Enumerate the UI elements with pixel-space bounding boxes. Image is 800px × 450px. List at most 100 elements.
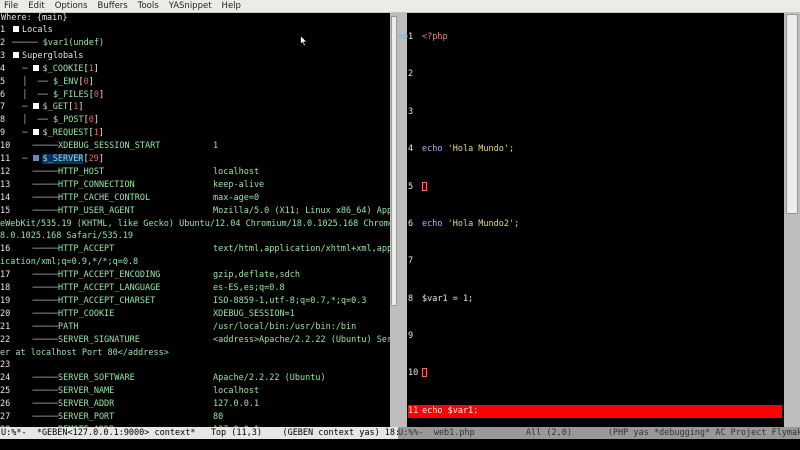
table-row[interactable]: 7 ─ $_GET[1] (0, 101, 390, 114)
line-number: 14 (0, 192, 11, 203)
tree-expander-icon[interactable] (33, 103, 40, 110)
tree-branch: ───── (12, 270, 64, 281)
mode-line-context[interactable]: U:%*- *GEBEN<127.0.0.1:9000> context* To… (0, 427, 398, 439)
code-text: echo $var1; (422, 405, 478, 418)
line-number: 2 (0, 37, 6, 48)
variable-name: HTTP_CACHE_CONTROL (58, 192, 151, 203)
table-row[interactable]: 21 ───── PATH/usr/local/bin:/usr/bin:/bi… (0, 321, 390, 334)
code-line[interactable]: 4 echo 'Hola Mundo'; (398, 143, 784, 156)
tree-expander-icon[interactable] (13, 26, 19, 32)
variable-name: $_SERVER (42, 154, 84, 164)
variable-name: HTTP_COOKIE (58, 308, 115, 319)
table-row[interactable]: 22 ───── SERVER_SIGNATURE <address>Apache… (0, 334, 390, 347)
menu-options[interactable]: Options (50, 0, 93, 13)
code-line[interactable]: 6 echo 'Hola Mundo2'; (398, 218, 784, 231)
code-line[interactable]: 8 $var1 = 1; (398, 293, 784, 306)
code-line[interactable]: 9 (398, 330, 784, 343)
tree-branch: ───── (12, 334, 64, 345)
variable-name: SERVER_ADDR (58, 399, 115, 410)
code-line[interactable]: 7 (398, 255, 784, 268)
line-number: 9 (408, 331, 414, 341)
variable-name: SERVER_PORT (58, 412, 115, 422)
tree-expander-icon[interactable] (33, 155, 40, 161)
right-scrollbar-thumb[interactable] (786, 14, 798, 214)
line-number: 25 (0, 386, 11, 397)
table-row[interactable]: 15 ───── HTTP_USER_AGENT Mozilla/5.0 (X11… (0, 205, 390, 218)
menu-buffers[interactable]: Buffers (93, 0, 133, 13)
tree-expander-icon[interactable] (33, 129, 40, 136)
source-window[interactable]: 1 => <?php 2 3 4 echo 'Hola Mundo'; 5 6 echo 'Ho… (398, 13, 784, 427)
code-line[interactable]: 5 (398, 181, 784, 194)
minibuffer[interactable] (0, 439, 800, 450)
string-literal: 'Hola Mundo'; (447, 144, 515, 155)
variable-value: (undef) (68, 37, 105, 48)
table-row[interactable]: 8 │ ── $_POST[0] (0, 114, 390, 127)
menu-file[interactable]: File (0, 0, 23, 13)
line-number: 5 (0, 76, 6, 87)
table-row[interactable]: 3 Superglobals (0, 50, 390, 63)
line-number: 10 (0, 141, 11, 152)
line-number: 23 (0, 360, 11, 371)
code-line[interactable]: 3 (398, 106, 784, 119)
variable-value: 80 (213, 412, 224, 422)
table-row[interactable]: 25 ───── SERVER_NAME localhost (0, 385, 390, 398)
table-row[interactable]: 4 ─ $_COOKIE[1] (0, 63, 390, 76)
header-line: Where: {main} (0, 13, 390, 24)
table-row[interactable]: ication/xml;q=0.9,*/*;q=0.8 (0, 256, 390, 269)
code-line[interactable]: 2 (398, 68, 784, 81)
menu-tools[interactable]: Tools (133, 0, 164, 13)
table-row[interactable]: 1 Locals (0, 24, 390, 37)
variable-name: HTTP_ACCEPT_CHARSET (58, 295, 156, 306)
menu-help[interactable]: Help (217, 0, 246, 13)
left-scrollbar-thumb[interactable] (391, 16, 397, 306)
table-row[interactable]: 9 ─ $_REQUEST[1] (0, 127, 390, 140)
table-row[interactable]: 20 ───── HTTP_COOKIE XDEBUG_SESSION=1 (0, 308, 390, 321)
table-row[interactable]: 17 ───── HTTP_ACCEPT_ENCODING gzip,deflat… (0, 269, 390, 282)
table-row[interactable]: 24 ───── SERVER_SOFTWARE Apache/2.2.22 (U… (0, 372, 390, 385)
line-number: 4 (408, 144, 414, 155)
table-row[interactable]: 27 ───── SERVER_PORT 80 (0, 411, 390, 424)
table-row[interactable]: 14 ───── HTTP_CACHE_CONTROL max-age=0 (0, 192, 390, 205)
context-window[interactable]: 1 Locals 2 ───── $var1(undef) 3 Superglobals 4… (0, 24, 390, 427)
bracket-close: ] (78, 102, 84, 113)
table-row[interactable]: 16 ───── HTTP_ACCEPT text/html,applicatio… (0, 243, 390, 256)
code-line[interactable]: 1 => <?php (398, 31, 784, 44)
string-literal: 'Hola Mundo2'; (447, 218, 520, 229)
table-row[interactable]: 5 │ ── $_ENV[0] (0, 76, 390, 89)
table-row[interactable]: 18 ───── HTTP_ACCEPT_LANGUAGE es-ES,es;q=… (0, 282, 390, 295)
variable-name: SERVER_NAME (58, 386, 115, 397)
variable-name: HTTP_ACCEPT_ENCODING (58, 270, 161, 281)
menu-edit[interactable]: Edit (23, 0, 49, 13)
line-number: 15 (0, 205, 11, 216)
table-row[interactable]: 10 ───── XDEBUG_SESSION_START 1 (0, 140, 390, 153)
table-row[interactable]: 23 (0, 359, 390, 372)
table-row[interactable]: 26 ───── SERVER_ADDR 127.0.0.1 (0, 398, 390, 411)
bracket-close: ] (93, 115, 100, 126)
variable-value: localhost (213, 386, 260, 397)
table-row[interactable]: er at localhost Port 80</address> (0, 347, 390, 360)
table-row[interactable]: 19 ───── HTTP_ACCEPT_CHARSET ISO-8859-1,u… (0, 295, 390, 308)
table-row[interactable]: 2 ───── $var1(undef) (0, 37, 390, 50)
tree-expander-icon[interactable] (13, 51, 19, 58)
variable-value: Mozilla/5.0 (X11; Linux x86_64) Appl (213, 205, 390, 216)
line-number: 3 (0, 50, 6, 61)
table-row[interactable]: 12 ───── HTTP_HOST localhost (0, 166, 390, 179)
line-number: 9 (0, 128, 6, 139)
code-line[interactable]: 11 echo $var1; (408, 404, 782, 418)
table-row[interactable]: 11 ─ $_SERVER[29] (0, 153, 390, 166)
table-row[interactable]: 13 ───── HTTP_CONNECTION keep-alive (0, 179, 390, 192)
table-row[interactable]: 6 │ ── $_FILES[0] (0, 89, 390, 102)
table-row[interactable]: 8.0.1025.168 Safari/535.19 (0, 230, 390, 243)
table-row[interactable]: eWebKit/535.19 (KHTML, like Gecko) Ubunt… (0, 218, 390, 231)
code-text: => <?php (398, 31, 448, 44)
variable-name: $_FILES (52, 89, 89, 100)
tree-expander-icon[interactable] (33, 64, 40, 71)
line-number: 12 (0, 166, 11, 177)
variable-value: gzip,deflate,sdch (213, 270, 300, 281)
mode-line-source[interactable]: U:%%- web1.php All (2,0) (PHP yas *debug… (398, 427, 800, 439)
line-number: 5 (408, 181, 414, 192)
bracket-close: ] (88, 76, 94, 87)
menu-yasnippet[interactable]: YASnippet (164, 0, 217, 13)
code-line[interactable]: 10 (398, 367, 784, 380)
variable-name: HTTP_USER_AGENT (58, 205, 135, 216)
